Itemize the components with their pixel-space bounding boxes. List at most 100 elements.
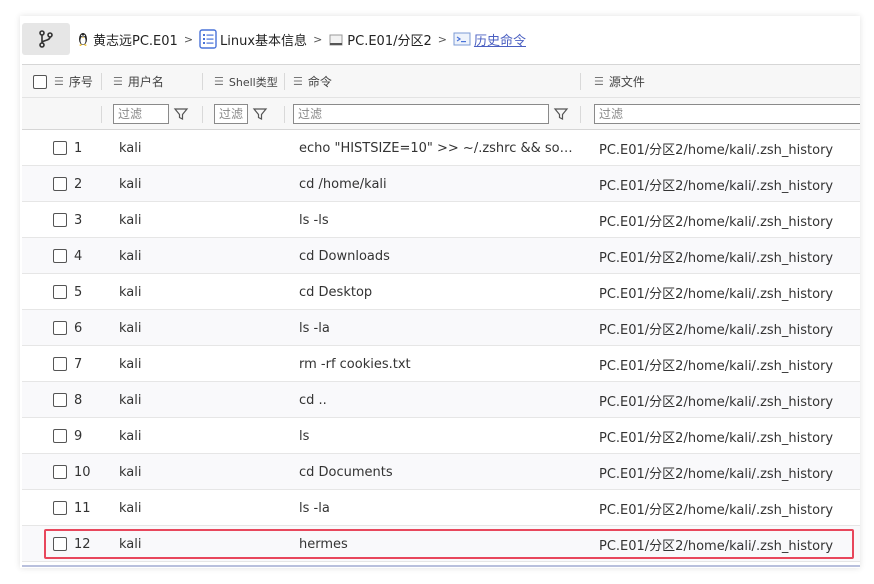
cell-src: PC.E01/分区2/home/kali/.zsh_history [599, 286, 834, 302]
cell-cmd: cd .. [299, 382, 579, 418]
row-checkbox[interactable] [53, 490, 67, 526]
history-panel: 黄志远PC.E01 > Linux基本信息 > PC.E01/分区2 > 历史命… [20, 16, 860, 568]
column-header-shell[interactable]: ☰ Shell类型 [214, 65, 278, 98]
cell-cmd-text: cd /home/kali [299, 176, 387, 192]
column-header-src[interactable]: ☰ 源文件 [594, 65, 645, 98]
row-checkbox[interactable] [53, 454, 67, 490]
column-menu-icon[interactable]: ☰ [594, 75, 604, 88]
cell-user: kali [119, 500, 142, 516]
terminal-icon [453, 31, 471, 47]
cell-src: PC.E01/分区2/home/kali/.zsh_history [599, 502, 834, 518]
chevron-right-icon: > [313, 32, 323, 46]
table-row[interactable]: 6 kali ls -la PC.E01/分区2/home/kali/.zsh_… [22, 310, 860, 346]
breadcrumb-item-partition[interactable]: PC.E01/分区2 > [328, 30, 447, 49]
cell-user: kali [119, 176, 142, 192]
cell-src: PC.E01/分区2/home/kali/.zsh_history [599, 322, 834, 338]
table-row[interactable]: 4 kali cd Downloads PC.E01/分区2/home/kali… [22, 238, 860, 274]
table-row[interactable]: 8 kali cd .. PC.E01/分区2/home/kali/.zsh_h… [22, 382, 860, 418]
cell-cmd-text: cd .. [299, 392, 327, 408]
branch-button[interactable] [22, 23, 70, 55]
row-checkbox[interactable] [53, 238, 67, 274]
filter-funnel-icon[interactable] [173, 106, 189, 122]
breadcrumb-item-case[interactable]: 黄志远PC.E01 > [76, 30, 193, 49]
cell-cmd: echo "HISTSIZE=10" >> ~/.zshrc && source… [299, 130, 579, 166]
cell-seq: 8 [74, 392, 83, 408]
table-row[interactable]: 7 kali rm -rf cookies.txt PC.E01/分区2/hom… [22, 346, 860, 382]
cell-user: kali [119, 140, 142, 156]
column-header-seq[interactable]: ☰ 序号 [54, 65, 93, 98]
row-checkbox[interactable] [53, 130, 67, 166]
column-divider [101, 106, 102, 123]
cell-user: kali [119, 356, 142, 372]
column-header-user[interactable]: ☰ 用户名 [113, 65, 164, 98]
cell-cmd: ls -la [299, 490, 579, 526]
chevron-right-icon: > [437, 32, 447, 46]
git-branch-icon [39, 30, 53, 48]
src-filter-input[interactable]: 过滤 [594, 104, 860, 124]
row-checkbox[interactable] [53, 202, 67, 238]
cell-seq: 9 [74, 428, 83, 444]
breadcrumb-label: 黄志远PC.E01 [93, 33, 178, 49]
cell-src: PC.E01/分区2/home/kali/.zsh_history [599, 142, 834, 158]
cell-src: PC.E01/分区2/home/kali/.zsh_history [599, 466, 834, 482]
breadcrumb-item-linux-info[interactable]: Linux基本信息 > [199, 29, 322, 49]
cell-seq: 4 [74, 248, 83, 264]
cell-src: PC.E01/分区2/home/kali/.zsh_history [599, 394, 834, 410]
cmd-filter-input[interactable]: 过滤 [293, 104, 549, 124]
column-menu-icon[interactable]: ☰ [113, 75, 123, 88]
cell-cmd-text: cd Downloads [299, 248, 390, 264]
cell-user: kali [119, 464, 142, 480]
column-divider[interactable] [284, 73, 285, 90]
table-row[interactable]: 11 kali ls -la PC.E01/分区2/home/kali/.zsh… [22, 490, 860, 526]
table-row[interactable]: 1 kali echo "HISTSIZE=10" >> ~/.zshrc &&… [22, 130, 860, 166]
column-divider[interactable] [202, 73, 203, 90]
cell-user: kali [119, 248, 142, 264]
table-row[interactable]: 2 kali cd /home/kali PC.E01/分区2/home/kal… [22, 166, 860, 202]
filter-funnel-icon[interactable] [553, 106, 569, 122]
breadcrumb-label: PC.E01/分区2 [347, 33, 432, 49]
cell-cmd-text: rm -rf cookies.txt [299, 356, 411, 372]
cell-src: PC.E01/分区2/home/kali/.zsh_history [599, 214, 834, 230]
cell-user: kali [119, 428, 142, 444]
row-checkbox[interactable] [53, 166, 67, 202]
row-checkbox[interactable] [53, 382, 67, 418]
filter-funnel-icon[interactable] [252, 106, 268, 122]
cell-cmd: hermes [299, 526, 579, 562]
table-row[interactable]: 12 kali hermes PC.E01/分区2/home/kali/.zsh… [22, 526, 860, 562]
cell-seq: 6 [74, 320, 83, 336]
cell-cmd: ls -la [299, 310, 579, 346]
cell-cmd-text: ls -la [299, 320, 330, 336]
column-menu-icon[interactable]: ☰ [293, 75, 303, 88]
shell-filter-input[interactable]: 过滤 [214, 104, 248, 124]
cell-cmd: cd Documents [299, 454, 579, 490]
column-menu-icon[interactable]: ☰ [54, 75, 64, 88]
column-header-cmd[interactable]: ☰ 命令 [293, 65, 332, 98]
table-row[interactable]: 10 kali cd Documents PC.E01/分区2/home/kal… [22, 454, 860, 490]
cell-seq: 10 [74, 464, 91, 480]
column-divider [580, 106, 581, 123]
cell-cmd-text: hermes [299, 536, 348, 552]
row-checkbox[interactable] [53, 526, 67, 562]
row-checkbox[interactable] [53, 274, 67, 310]
cell-seq: 3 [74, 212, 83, 228]
cell-src: PC.E01/分区2/home/kali/.zsh_history [599, 538, 834, 554]
breadcrumb-item-history[interactable]: 历史命令 [453, 30, 526, 49]
select-all-checkbox[interactable] [33, 65, 47, 98]
table-row[interactable]: 3 kali ls -ls PC.E01/分区2/home/kali/.zsh_… [22, 202, 860, 238]
filter-row: 过滤 过滤 过滤 过滤 [22, 98, 860, 130]
cell-cmd: cd Downloads [299, 238, 579, 274]
cell-seq: 12 [74, 536, 91, 552]
row-checkbox[interactable] [53, 346, 67, 382]
history-table: ☰ 序号 ☰ 用户名 ☰ Shell类型 ☰ 命令 ☰ 源文件 过滤 过滤 过滤… [22, 64, 860, 568]
row-checkbox[interactable] [53, 418, 67, 454]
column-menu-icon[interactable]: ☰ [214, 75, 224, 88]
column-divider[interactable] [101, 73, 102, 90]
cell-cmd: ls [299, 418, 579, 454]
row-checkbox[interactable] [53, 310, 67, 346]
cell-cmd: rm -rf cookies.txt [299, 346, 579, 382]
column-divider[interactable] [580, 73, 581, 90]
user-filter-input[interactable]: 过滤 [113, 104, 169, 124]
table-row[interactable]: 9 kali ls PC.E01/分区2/home/kali/.zsh_hist… [22, 418, 860, 454]
table-row[interactable]: 5 kali cd Desktop PC.E01/分区2/home/kali/.… [22, 274, 860, 310]
column-divider [284, 106, 285, 123]
